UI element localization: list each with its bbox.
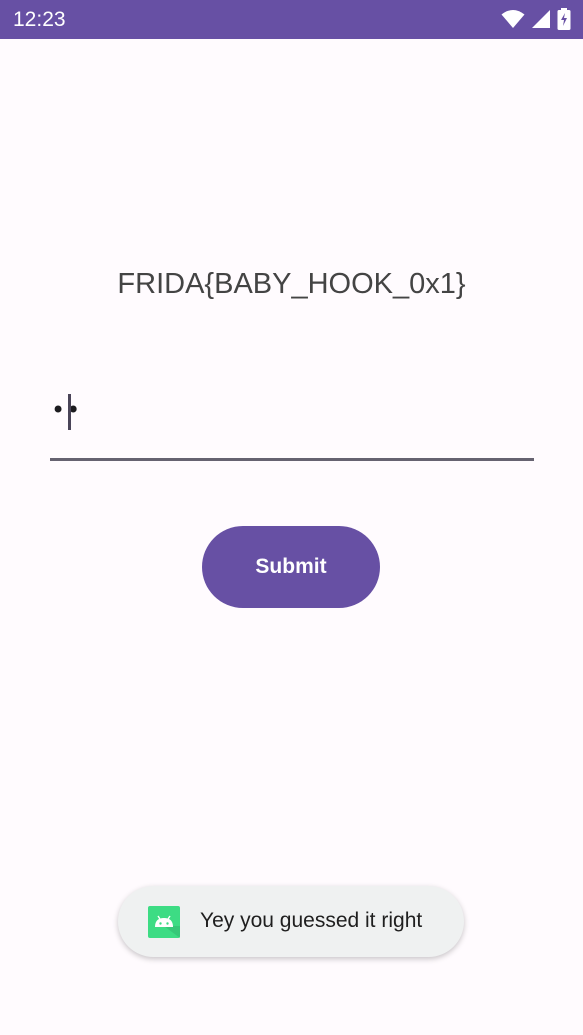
submit-button-label: Submit xyxy=(255,555,327,578)
text-cursor xyxy=(68,394,71,430)
toast: Yey you guessed it right xyxy=(118,886,464,957)
status-icons xyxy=(501,8,571,30)
submit-button[interactable]: Submit xyxy=(202,526,380,608)
toast-message: Yey you guessed it right xyxy=(200,909,423,932)
cellular-signal-icon xyxy=(531,9,551,29)
password-value: •• xyxy=(51,396,82,424)
flag-text: FRIDA{BABY_HOOK_0x1} xyxy=(117,268,466,300)
android-app-icon xyxy=(148,906,180,938)
wifi-icon xyxy=(501,9,525,29)
battery-charging-icon xyxy=(557,8,571,30)
status-bar: 12:23 xyxy=(0,0,583,39)
status-time: 12:23 xyxy=(13,8,66,31)
password-field[interactable]: •• xyxy=(50,385,534,461)
